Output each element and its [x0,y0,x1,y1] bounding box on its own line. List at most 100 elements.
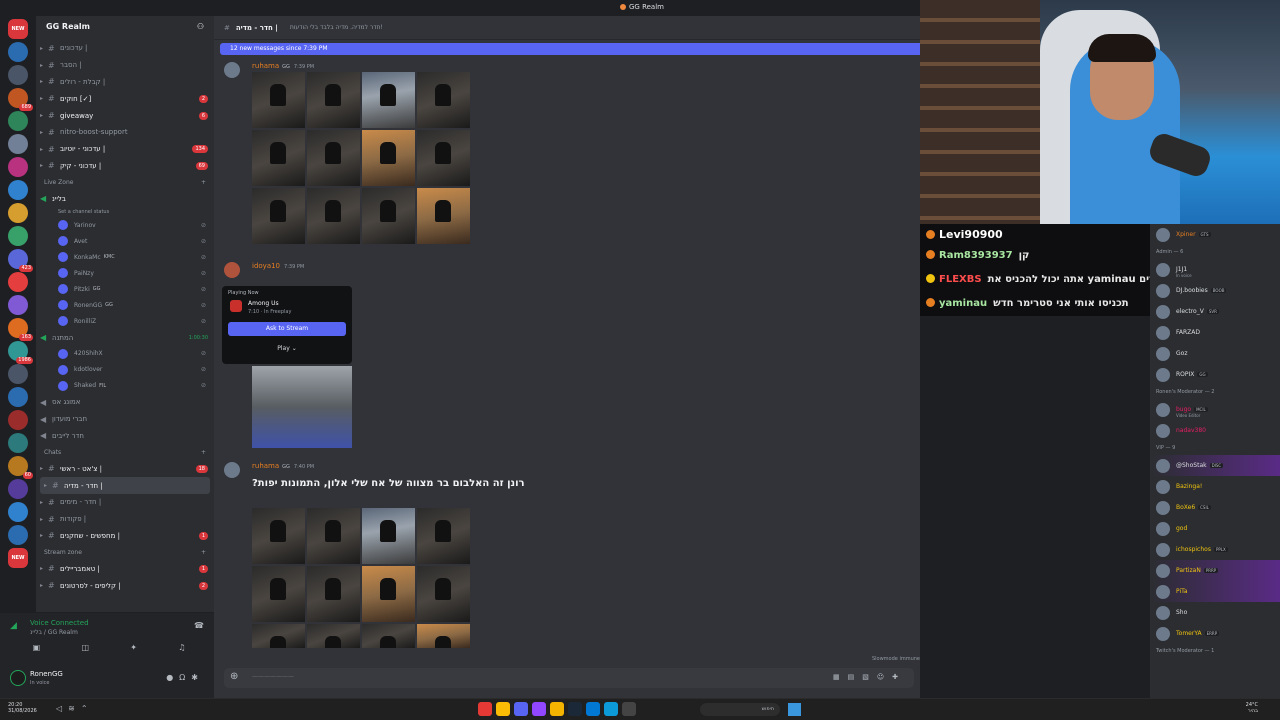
photo-thumbnail[interactable] [362,624,415,648]
avatar[interactable] [1156,402,1170,417]
avatar[interactable] [1156,626,1170,641]
taskbar-clock[interactable]: 20:20 31/08/2026 [8,702,37,714]
channel-topic[interactable]: חדר למדיה. מדיה בלבד בלי הודעות! [290,24,383,31]
member-item[interactable]: DJ.boobies BOOB [1150,280,1280,301]
photo-thumbnail[interactable] [362,72,415,128]
member-item[interactable]: Xpiner GTS [1150,224,1280,245]
member-item[interactable]: FARZAD [1150,322,1280,343]
channel-item[interactable]: ▸ # הסבר | [36,57,214,74]
avatar[interactable] [1156,542,1170,557]
avatar[interactable] [1156,227,1170,242]
avatar[interactable] [58,348,68,359]
voice-user[interactable]: PaiNzy ⊘ [36,265,214,281]
voice-user[interactable]: Yarinov ⊘ [36,217,214,233]
sticker-icon[interactable]: ▧ [862,673,877,681]
avatar[interactable] [1156,262,1170,277]
add-channel-icon[interactable]: + [201,549,206,556]
channel-item[interactable]: ▸ # חוקים [✓] 2 [36,90,214,107]
member-item[interactable]: nadav380 [1150,420,1280,441]
author-avatar[interactable] [224,462,240,478]
server-icon[interactable] [8,42,28,62]
play-button[interactable]: Play ⌄ [228,342,346,356]
channel-item[interactable]: ▸ # giveaway 6 [36,107,214,124]
app-icon[interactable] [622,702,636,716]
add-member-icon[interactable]: ⚇ [197,22,204,34]
member-item[interactable]: Bazinga! [1150,476,1280,497]
avatar[interactable] [1156,605,1170,620]
photo-thumbnail[interactable] [417,72,470,128]
member-item[interactable]: ROPIX GG [1150,364,1280,385]
voice-user[interactable]: kdotlover ⊘ [36,362,214,378]
channel-item[interactable]: ▸ # חדר - מדיה | [40,477,210,494]
channel-item[interactable]: ▸ # קבלת - רולים | [36,74,214,91]
photo-thumbnail[interactable] [307,188,360,244]
ask-to-stream-button[interactable]: Ask to Stream [228,322,346,336]
server-icon[interactable] [8,364,28,384]
app-icon[interactable] [532,702,546,716]
server-icon[interactable]: 60 [8,456,33,479]
channel-item[interactable]: ▸ # עדכונים | [36,40,214,57]
channel-item[interactable]: ▸ # עדכוני - יוטיוב | 134 [36,141,214,158]
category-header[interactable]: Live Zone + [36,174,214,190]
apps-icon[interactable]: ✚ [892,673,906,681]
voice-user[interactable]: 420ShihX ⊘ [36,346,214,362]
photo-thumbnail[interactable] [252,566,305,622]
server-icon[interactable] [8,387,28,407]
photo-thumbnail[interactable] [362,188,415,244]
avatar[interactable] [58,380,68,391]
photo-thumbnail[interactable] [307,130,360,186]
channel-item[interactable]: ▸ # קליפים - לסרטונים | 2 [36,577,214,594]
channel-item[interactable]: ▸ # עדכוני - קיק | 69 [36,158,214,175]
avatar[interactable] [58,300,68,311]
photo-thumbnail[interactable] [417,188,470,244]
member-item[interactable]: J1J1 In voice [1150,259,1280,280]
photo-thumbnail[interactable] [307,624,360,648]
avatar[interactable] [58,364,68,375]
taskbar-search[interactable]: חיפוש [700,703,780,716]
voice-channel[interactable]: ◀ חדר לייבים [36,428,214,445]
server-icon[interactable] [8,525,28,545]
photo-thumbnail[interactable] [362,130,415,186]
member-item[interactable]: TomerYA ERRP [1150,623,1280,644]
server-icon[interactable] [8,272,28,292]
member-item[interactable]: electro_V SVR [1150,301,1280,322]
voice-location[interactable]: בליינ / GG Realm [30,629,78,636]
windows-start-icon[interactable] [788,703,801,716]
avatar[interactable] [1156,367,1170,382]
voice-user[interactable]: Shaked FIL ⊘ [36,378,214,394]
voice-user[interactable]: KonkaMc KMC ⊘ [36,249,214,265]
new-messages-bar[interactable]: 12 new messages since 7:39 PM [220,43,920,55]
add-channel-icon[interactable]: + [201,449,206,456]
emoji-icon[interactable]: ☺ [877,673,892,681]
server-icon[interactable] [8,433,28,453]
server-icon[interactable] [8,502,28,522]
avatar[interactable] [1156,423,1170,438]
server-icon[interactable]: 423 [8,249,33,272]
avatar[interactable] [58,252,68,263]
username[interactable]: RonenGG [30,670,63,678]
category-header[interactable]: Chats + [36,444,214,460]
server-icon[interactable]: 163 [8,318,33,341]
server-icon[interactable] [8,180,28,200]
photo-thumbnail[interactable] [307,566,360,622]
voice-user[interactable]: Avet ⊘ [36,233,214,249]
avatar[interactable] [58,316,68,327]
headphones-icon[interactable]: Ω [179,673,191,682]
discord-icon[interactable] [514,702,528,716]
photo-thumbnail[interactable] [252,188,305,244]
settings-gear-icon[interactable]: ✱ [191,673,204,682]
photo-thumbnail[interactable] [252,72,305,128]
member-item[interactable]: ichospichos PPLX [1150,539,1280,560]
video-embed[interactable] [252,366,352,448]
new-badge[interactable]: NEW [8,548,28,568]
folder-icon[interactable] [550,702,564,716]
voice-channel[interactable]: ◀ חברי מועדון [36,411,214,428]
gif-icon[interactable]: ▤ [848,673,863,681]
author-name[interactable]: idoya10 [252,262,280,270]
photo-thumbnail[interactable] [252,508,305,564]
member-item[interactable]: @ShoStak DISC [1150,455,1280,476]
member-item[interactable]: Goz [1150,343,1280,364]
avatar[interactable] [58,236,68,247]
avatar[interactable] [1156,325,1170,340]
steam-icon[interactable] [568,702,582,716]
